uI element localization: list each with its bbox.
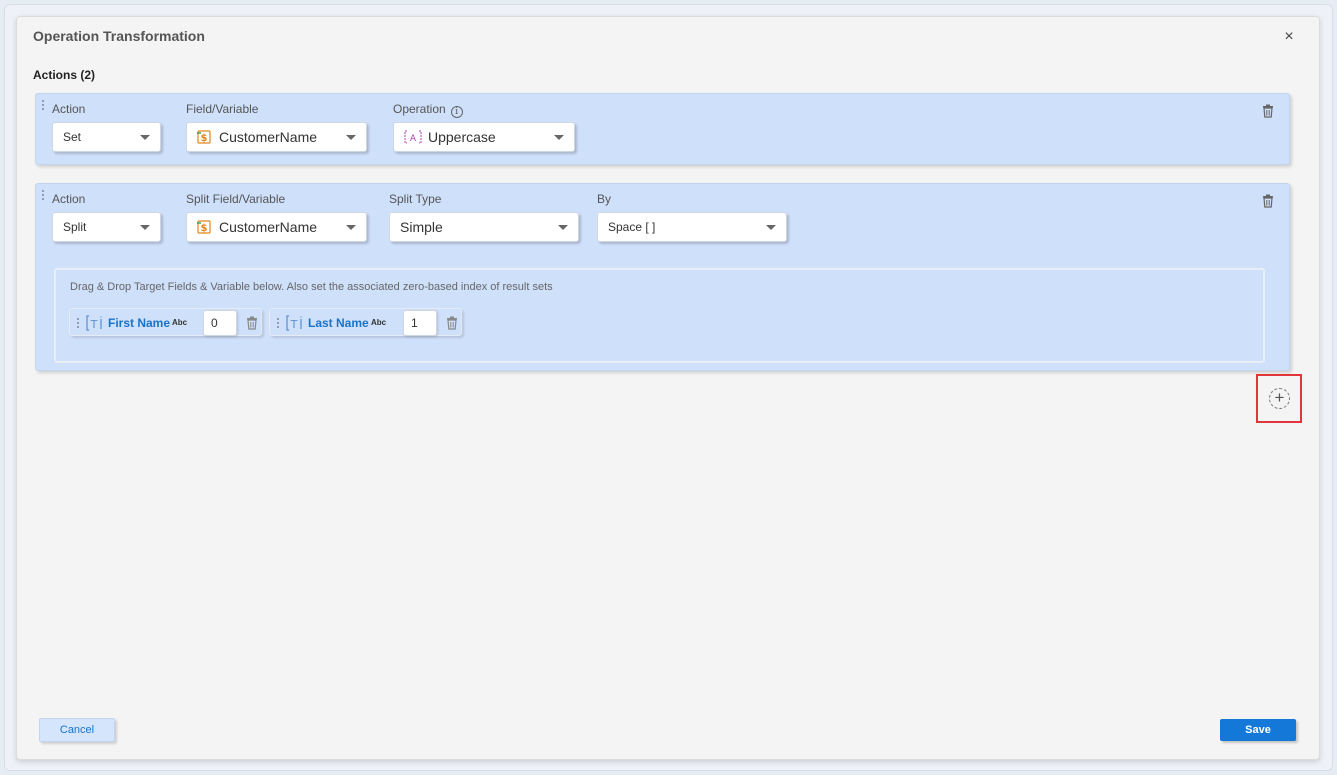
chevron-down-icon (346, 225, 356, 230)
uppercase-icon: A (404, 129, 422, 145)
target-chip[interactable]: T First Name Abc 0 (69, 308, 262, 336)
target-type: Abc (172, 318, 188, 327)
drag-handle-icon[interactable] (76, 317, 80, 329)
split-type-label: Split Type (389, 192, 442, 206)
split-type-value: Simple (400, 219, 443, 235)
chevron-down-icon (766, 225, 776, 230)
operation-label-text: Operation (393, 102, 446, 116)
target-index-input[interactable]: 1 (403, 310, 437, 336)
trash-icon[interactable] (446, 316, 458, 330)
field-variable-select[interactable]: $ CustomerName (186, 122, 367, 152)
drag-handle-icon[interactable] (41, 189, 45, 201)
drop-zone-hint: Drag & Drop Target Fields & Variable bel… (70, 281, 553, 293)
target-name: First Name (108, 316, 171, 330)
action-select-value: Split (63, 220, 87, 234)
operation-transformation-dialog: Operation Transformation × Actions (2) A… (16, 16, 1320, 760)
action-select[interactable]: Set (52, 122, 161, 152)
info-icon[interactable]: i (450, 106, 463, 118)
svg-text:$: $ (201, 223, 208, 234)
operation-value: Uppercase (428, 129, 496, 145)
save-button[interactable]: Save (1220, 719, 1296, 741)
target-index-input[interactable]: 0 (203, 310, 237, 336)
actions-heading: Actions (2) (33, 68, 96, 82)
trash-icon[interactable] (1262, 104, 1274, 118)
action-label: Action (52, 102, 86, 116)
text-field-icon: T (286, 315, 302, 331)
split-type-select[interactable]: Simple (389, 212, 579, 242)
trash-icon[interactable] (1262, 194, 1274, 208)
action-card-split: Action Split Split Field/Variable $ Cust… (35, 183, 1290, 371)
target-name: Last Name (308, 316, 369, 330)
field-variable-value: CustomerName (219, 129, 318, 145)
target-type: Abc (371, 318, 387, 327)
field-variable-label: Field/Variable (186, 102, 259, 116)
by-select[interactable]: Space [ ] (597, 212, 787, 242)
chevron-down-icon (346, 135, 356, 140)
operation-label: Operation i (393, 102, 463, 118)
svg-text:A: A (410, 134, 417, 144)
variable-icon: $ (197, 220, 211, 234)
chevron-down-icon (140, 225, 150, 230)
split-field-variable-select[interactable]: $ CustomerName (186, 212, 367, 242)
chevron-down-icon (554, 135, 564, 140)
drag-handle-icon[interactable] (41, 99, 45, 111)
cancel-button[interactable]: Cancel (39, 718, 115, 742)
add-action-highlight: + (1256, 374, 1302, 423)
by-value: Space [ ] (608, 220, 656, 234)
action-card-set: Action Set Field/Variable $ CustomerName… (35, 93, 1290, 165)
split-field-variable-value: CustomerName (219, 219, 318, 235)
variable-icon: $ (197, 130, 211, 144)
chevron-down-icon (140, 135, 150, 140)
trash-icon[interactable] (246, 316, 258, 330)
split-field-variable-label: Split Field/Variable (186, 192, 286, 206)
action-select-value: Set (63, 130, 82, 144)
close-icon[interactable]: × (1280, 28, 1298, 46)
svg-text:T: T (90, 318, 98, 331)
chevron-down-icon (558, 225, 568, 230)
drag-handle-icon[interactable] (276, 317, 280, 329)
target-drop-zone[interactable]: Drag & Drop Target Fields & Variable bel… (54, 268, 1265, 363)
text-field-icon: T (86, 315, 102, 331)
action-select[interactable]: Split (52, 212, 161, 242)
target-chip[interactable]: T Last Name Abc 1 (269, 308, 462, 336)
add-icon[interactable]: + (1269, 388, 1290, 409)
operation-select[interactable]: A Uppercase (393, 122, 575, 152)
action-label: Action (52, 192, 86, 206)
by-label: By (597, 192, 612, 206)
svg-text:T: T (290, 318, 298, 331)
svg-text:$: $ (201, 133, 208, 144)
dialog-title: Operation Transformation (33, 28, 205, 44)
